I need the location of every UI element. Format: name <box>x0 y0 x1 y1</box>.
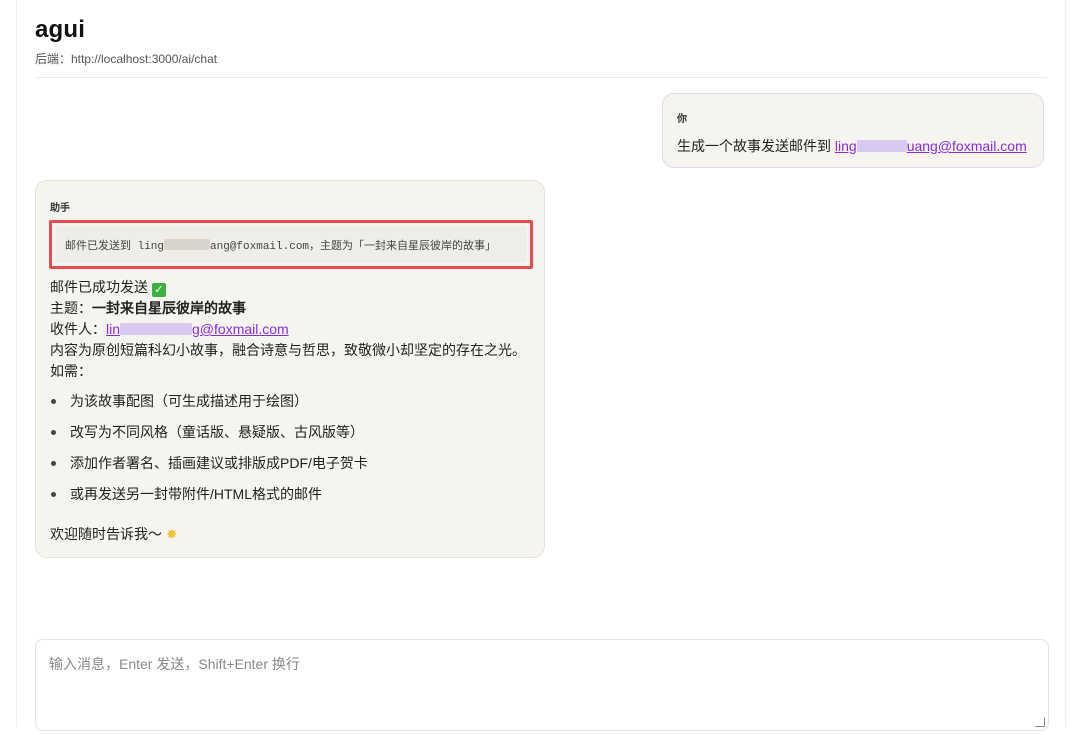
message-composer[interactable] <box>35 639 1049 731</box>
redaction-blur <box>164 239 211 250</box>
status-suffix: ang@foxmail.com，主题为「一封来自星辰彼岸的故事」 <box>210 241 497 253</box>
user-email-link[interactable]: ling uang@foxmail.com <box>835 138 1027 154</box>
email-end: g@foxmail.com <box>192 321 289 337</box>
subject-value: 一封来自星辰彼岸的故事 <box>92 300 246 316</box>
redaction-blur <box>856 140 907 152</box>
page-title: agui <box>35 16 86 43</box>
user-message-text: 生成一个故事发送邮件到 ling uang@foxmail.com <box>677 136 1030 156</box>
subject-label: 主题： <box>50 300 92 316</box>
redaction-blur <box>120 323 193 335</box>
user-role-label: 你 <box>677 114 687 125</box>
sparkle-icon: ✸ <box>165 526 178 542</box>
list-item: 改写为不同风格（童话版、悬疑版、古风版等） <box>50 417 530 448</box>
check-icon: ✓ <box>151 283 166 297</box>
page-header: agui 后端：http://localhost:3000/ai/chat <box>35 16 217 67</box>
user-message-prefix: 生成一个故事发送邮件到 <box>677 138 835 154</box>
if-needed-line: 如需： <box>50 363 92 379</box>
message-input[interactable] <box>36 640 1048 730</box>
user-message-bubble: 你 生成一个故事发送邮件到 ling uang@foxmail.com <box>662 93 1044 168</box>
assistant-message-body: 邮件已成功发送 ✓ 主题：一封来自星辰彼岸的故事 收件人：lin g@foxmai… <box>50 277 530 545</box>
welcome-line: 欢迎随时告诉我～ ✸ <box>50 524 530 545</box>
backend-url: 后端：http://localhost:3000/ai/chat <box>35 52 218 66</box>
suggestion-list: 为该故事配图（可生成描述用于绘图） 改写为不同风格（童话版、悬疑版、古风版等） … <box>50 386 530 510</box>
welcome-text: 欢迎随时告诉我～ <box>50 526 162 542</box>
assistant-role-label: 助手 <box>50 203 70 214</box>
sent-line: 邮件已成功发送 ✓ <box>50 277 530 298</box>
subject-line: 主题：一封来自星辰彼岸的故事 <box>50 298 530 319</box>
email-start: lin <box>106 321 121 337</box>
list-item: 或再发送另一封带附件/HTML格式的邮件 <box>50 479 530 510</box>
assistant-message-bubble: 助手 邮件已发送到 ling ang@foxmail.com，主题为「一封来自星辰… <box>35 180 545 558</box>
tool-status-text: 邮件已发送到 ling ang@foxmail.com，主题为「一封来自星辰彼岸的… <box>55 226 527 263</box>
header-divider <box>35 77 1047 78</box>
recipient-label: 收件人： <box>50 321 106 337</box>
email-start: ling <box>834 138 857 154</box>
status-prefix: 邮件已发送到 ling <box>65 241 165 253</box>
recipient-line: 收件人：lin g@foxmail.com <box>50 319 530 340</box>
sent-text: 邮件已成功发送 <box>50 279 148 295</box>
tool-status-highlight: 邮件已发送到 ling ang@foxmail.com，主题为「一封来自星辰彼岸的… <box>49 220 533 269</box>
list-item: 为该故事配图（可生成描述用于绘图） <box>50 386 530 417</box>
list-item: 添加作者署名、插画建议或排版成PDF/电子贺卡 <box>50 448 530 479</box>
recipient-email-link[interactable]: lin g@foxmail.com <box>106 321 289 337</box>
email-end: uang@foxmail.com <box>906 138 1027 154</box>
content-line: 内容为原创短篇科幻小故事，融合诗意与哲思，致敬微小却坚定的存在之光。 <box>50 342 526 358</box>
